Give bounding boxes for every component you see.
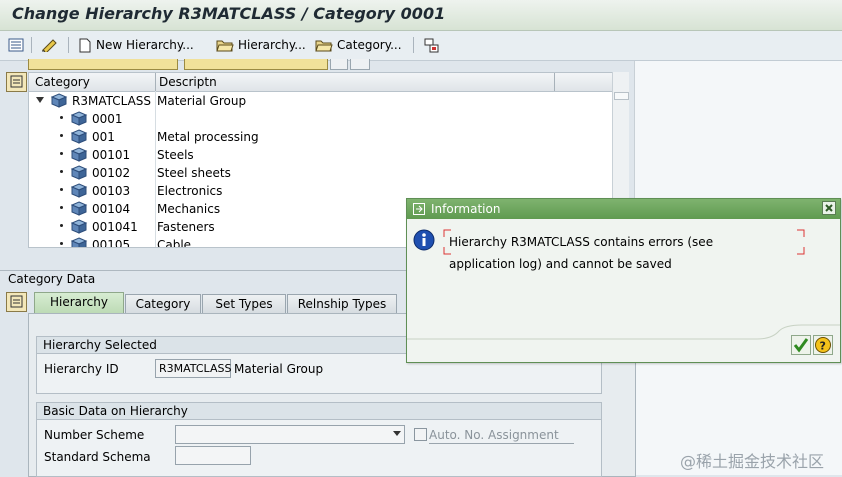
new-hierarchy-button[interactable]: New Hierarchy... (78, 36, 194, 54)
column-header-category[interactable]: Category (35, 75, 90, 89)
tree-row-description: Mechanics (157, 202, 221, 216)
cube-icon (71, 165, 88, 180)
display-change-button[interactable] (8, 36, 24, 54)
page-title: Change Hierarchy R3MATCLASS / Category 0… (12, 4, 446, 23)
auto-no-assignment-checkbox[interactable] (414, 428, 427, 441)
close-icon[interactable] (822, 201, 836, 215)
cube-icon (71, 129, 88, 144)
help-button[interactable]: ? (813, 335, 833, 355)
cube-icon (71, 147, 88, 162)
tree-row[interactable]: 001 Metal processing (29, 128, 613, 146)
tree-row[interactable]: 00101 Steels (29, 146, 613, 164)
dialog-message-line1: Hierarchy R3MATCLASS contains errors (se… (449, 235, 714, 249)
tree-root-category: R3MATCLASS (72, 94, 152, 108)
tab-hierarchy[interactable]: Hierarchy (34, 292, 124, 314)
svg-text:?: ? (820, 340, 826, 353)
hierarchy-selected-title: Hierarchy Selected (43, 338, 157, 352)
hierarchy-id-field: R3MATCLASS (155, 359, 231, 378)
chevron-down-icon (393, 431, 401, 436)
tree-root-description: Material Group (157, 94, 247, 108)
standard-schema-label: Standard Schema (44, 450, 151, 464)
tree-row-description: Metal processing (157, 130, 259, 144)
category-button[interactable]: Category... (315, 36, 402, 54)
tree-row-category: 00101 (92, 148, 131, 162)
tree-row-category: 00105 (92, 238, 131, 248)
cube-icon (51, 93, 68, 108)
checkmark-icon (793, 338, 809, 353)
structure-icon (424, 38, 439, 52)
dialog-message-line2: application log) and cannot be saved (449, 257, 672, 271)
tree-root-row[interactable]: R3MATCLASS Material Group (29, 92, 613, 110)
folder-open-icon (216, 40, 234, 52)
cube-icon (71, 219, 88, 234)
tree-row-category: 00102 (92, 166, 131, 180)
tree-toggle-icon[interactable] (6, 72, 27, 92)
edit-button[interactable] (41, 36, 59, 54)
number-scheme-dropdown[interactable] (175, 425, 405, 444)
tree-row-description: Steel sheets (157, 166, 231, 180)
new-document-icon (79, 38, 91, 52)
tree-row-description: Steels (157, 148, 194, 162)
tree-row-category: 00103 (92, 184, 131, 198)
hierarchy-id-label: Hierarchy ID (44, 362, 119, 376)
folder-open-icon (315, 40, 333, 52)
information-dialog: Information Hierarchy R3MATCLASS contain… (406, 198, 841, 363)
hierarchy-button[interactable]: Hierarchy... (216, 36, 306, 54)
cube-icon (71, 237, 88, 247)
collapse-triangle-icon[interactable] (36, 97, 44, 103)
cube-icon (71, 183, 88, 198)
tab-category[interactable]: Category (125, 294, 201, 314)
number-scheme-label: Number Scheme (44, 428, 145, 442)
tree-row-category: 001 (92, 130, 115, 144)
help-icon: ? (815, 337, 831, 353)
category-label: Category... (337, 38, 402, 52)
column-header-description[interactable]: Descriptn (159, 75, 217, 89)
dialog-title-bar: Information (407, 199, 840, 219)
section-toggle-icon[interactable] (6, 292, 27, 312)
tree-row-category: 001041 (92, 220, 138, 234)
info-icon (413, 229, 435, 251)
list-icon (8, 38, 24, 52)
tab-set-types[interactable]: Set Types (202, 294, 286, 314)
watermark: @稀土掘金技术社区 (680, 452, 825, 471)
confirm-button[interactable] (791, 335, 811, 355)
tab-relnship-types[interactable]: Relnship Types (287, 294, 397, 314)
dialog-separator-curve (407, 324, 840, 340)
category-button-partial[interactable] (184, 59, 328, 70)
hierarchy-label: Hierarchy... (238, 38, 306, 52)
standard-schema-field[interactable] (175, 446, 251, 465)
small-button-partial[interactable] (350, 59, 370, 70)
tree-row-category: 00104 (92, 202, 131, 216)
dialog-title: Information (431, 202, 501, 216)
cube-icon (71, 111, 88, 126)
tree-row-description: Cable (157, 238, 192, 248)
scrollbar-thumb[interactable] (614, 92, 629, 100)
small-button-partial[interactable] (330, 59, 348, 70)
tree-row-category: 0001 (92, 112, 123, 126)
tree-row[interactable]: 00102 Steel sheets (29, 164, 613, 182)
new-hierarchy-label: New Hierarchy... (96, 38, 194, 52)
hierarchy-id-description: Material Group (234, 362, 324, 376)
tree-row-description: Electronics (157, 184, 223, 198)
auto-no-assignment-label: Auto. No. Assignment (429, 428, 559, 442)
tree-row[interactable]: 0001 (29, 110, 613, 128)
tree-header: Category Descriptn (29, 73, 613, 92)
application-toolbar: New Hierarchy... Hierarchy... Category..… (0, 31, 842, 61)
title-bar: Change Hierarchy R3MATCLASS / Category 0… (0, 0, 842, 31)
pencil-icon (42, 39, 57, 52)
new-category-button-partial[interactable] (28, 59, 178, 70)
cube-icon (71, 201, 88, 216)
structure-button[interactable] (424, 36, 440, 54)
basic-data-title: Basic Data on Hierarchy (43, 404, 188, 418)
tree-row-description: Fasteners (157, 220, 215, 234)
category-data-label: Category Data (8, 272, 96, 286)
dialog-window-icon (413, 203, 425, 215)
